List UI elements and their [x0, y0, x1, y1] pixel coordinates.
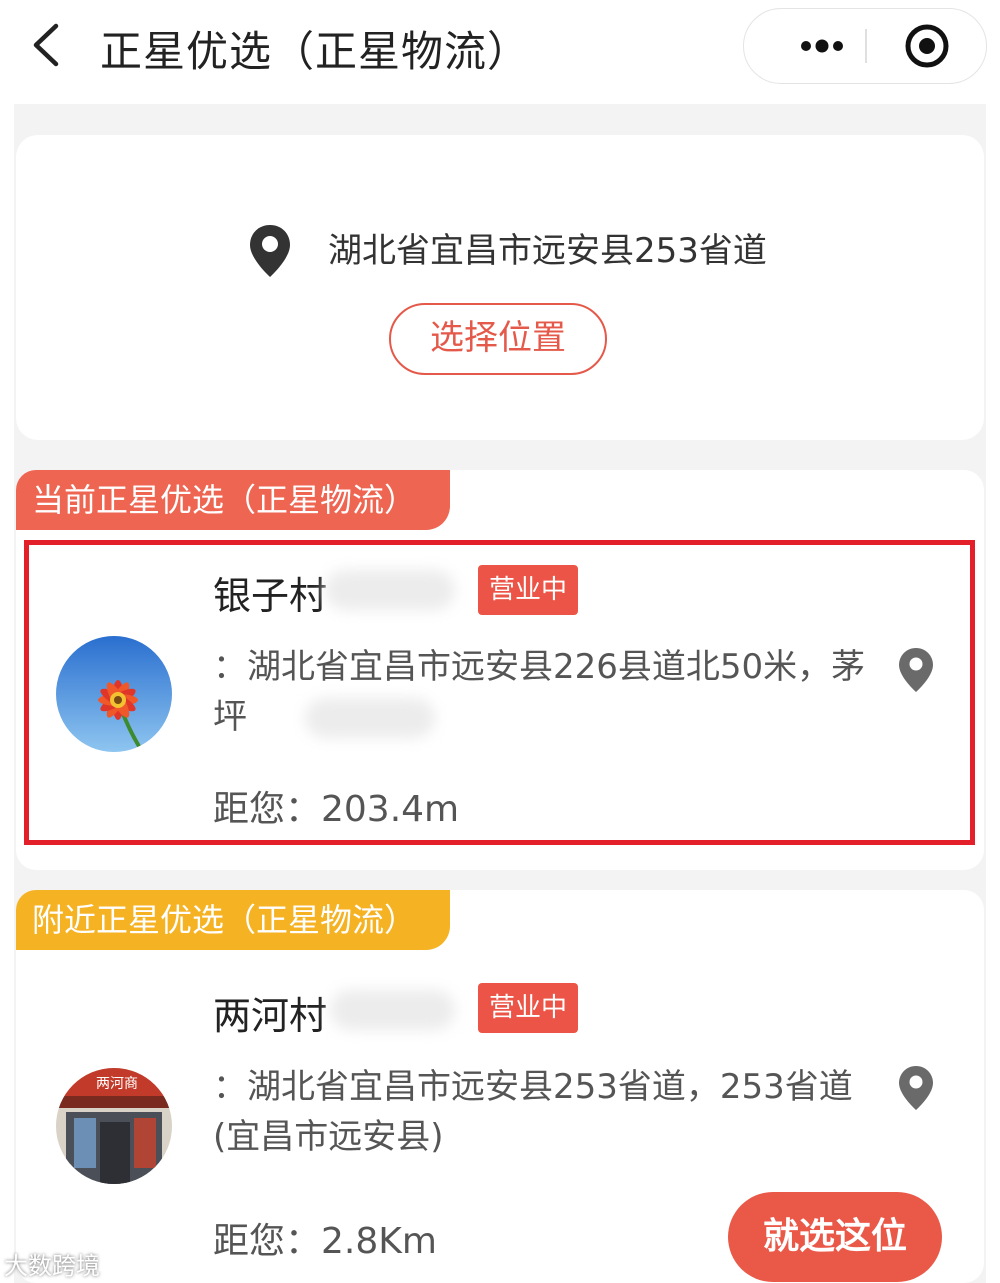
- current-location-address: 湖北省宜昌市远安县253省道: [328, 231, 767, 271]
- store-address: ：湖北省宜昌市远安县253省道，253省道(宜昌市远安县): [213, 1067, 853, 1157]
- status-badge: 营业中: [478, 983, 578, 1033]
- watermark: 大数跨境: [4, 1252, 100, 1280]
- mini-program-capsule: [743, 8, 987, 84]
- status-badge: 营业中: [478, 565, 578, 615]
- location-card: 湖北省宜昌市远安县253省道 选择位置: [16, 135, 984, 440]
- redacted-text: [305, 698, 435, 738]
- redacted-text: [325, 570, 455, 610]
- nav-bar: 正星优选（正星物流）: [0, 0, 1000, 100]
- store-avatar: 两河商: [56, 1068, 172, 1184]
- target-icon[interactable]: [904, 23, 950, 69]
- shop-sign-text: 两河商: [96, 1076, 138, 1092]
- choose-location-button[interactable]: 选择位置: [389, 303, 607, 375]
- storefront-image: 两河商: [56, 1068, 172, 1184]
- location-pin-icon: [250, 225, 290, 277]
- capsule-divider: [865, 29, 867, 63]
- store-avatar: [56, 636, 172, 752]
- store-name: 两河村: [213, 994, 328, 1038]
- store-distance: 距您：203.4m: [213, 789, 460, 830]
- back-arrow-icon[interactable]: [28, 20, 68, 70]
- more-dots-icon[interactable]: [772, 9, 862, 83]
- store-distance: 距您：2.8Km: [213, 1221, 437, 1262]
- location-pin-icon[interactable]: [897, 646, 935, 694]
- select-store-button[interactable]: 就选这位: [728, 1192, 942, 1282]
- location-pin-icon[interactable]: [897, 1064, 935, 1112]
- current-section-tag: 当前正星优选（正星物流）: [16, 470, 451, 530]
- redacted-text: [330, 990, 455, 1030]
- nearby-section-tag: 附近正星优选（正星物流）: [16, 890, 451, 950]
- flower-image: [56, 636, 172, 752]
- store-name: 银子村: [213, 574, 328, 618]
- page-title: 正星优选（正星物流）: [100, 27, 531, 76]
